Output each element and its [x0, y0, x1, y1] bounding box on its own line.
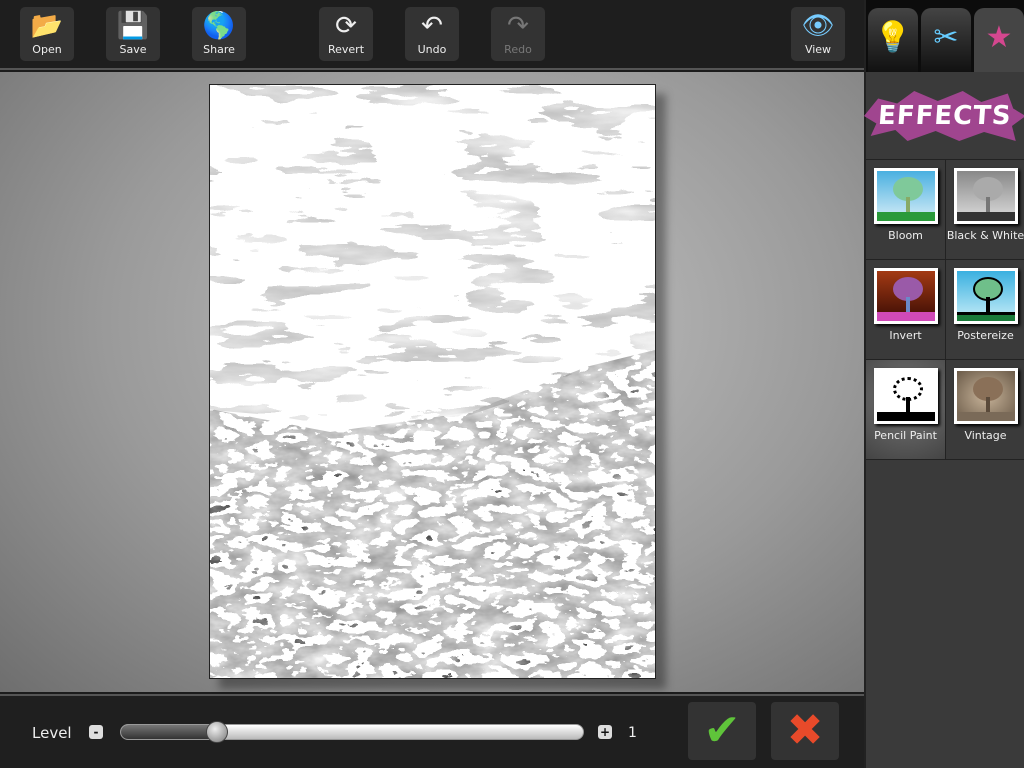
view-label: View	[804, 43, 832, 56]
effect-label: Postereize	[957, 329, 1014, 342]
toolbar: 📂 Open 💾 Save 🌎 Share ⟳ Revert ↶ Undo ↷ Redo 👁…	[0, 0, 864, 70]
vintage-thumbnail	[953, 368, 1018, 424]
pencil-sketch-image	[210, 85, 655, 678]
tab-crop[interactable]: ✂	[921, 8, 971, 72]
effect-label: Black & White	[946, 229, 1024, 242]
cancel-button[interactable]: ✖	[771, 702, 839, 760]
postereize-thumbnail	[953, 268, 1018, 324]
globe-share-icon: 🌎	[202, 11, 236, 41]
effect-label: Invert	[889, 329, 922, 342]
crop-scissors-icon: ✂	[933, 20, 959, 55]
undo-button[interactable]: ↶ Undo	[405, 7, 459, 61]
save-label: Save	[119, 43, 147, 56]
share-label: Share	[203, 43, 235, 56]
tab-adjust[interactable]: 💡	[868, 8, 918, 72]
effect-label: Vintage	[964, 429, 1007, 442]
effects-title: EFFECTS	[862, 91, 1024, 141]
open-folder-icon: 📂	[30, 11, 64, 41]
floppy-disk-icon: 💾	[116, 11, 150, 41]
level-decrease-button[interactable]: -	[89, 725, 103, 739]
share-button[interactable]: 🌎 Share	[192, 7, 246, 61]
effects-grid: Bloom Black & White Invert Postereize Pe…	[866, 160, 1024, 460]
level-increase-button[interactable]: +	[598, 725, 612, 739]
effect-postereize[interactable]: Postereize	[946, 260, 1024, 360]
accept-button[interactable]: ✔	[688, 702, 756, 760]
revert-button[interactable]: ⟳ Revert	[319, 7, 373, 61]
revert-label: Revert	[327, 43, 365, 56]
effect-label: Bloom	[888, 229, 923, 242]
bw-thumbnail	[953, 168, 1018, 224]
redo-button[interactable]: ↷ Redo	[491, 7, 545, 61]
effect-black-white[interactable]: Black & White	[946, 160, 1024, 260]
save-button[interactable]: 💾 Save	[106, 7, 160, 61]
bloom-thumbnail	[873, 168, 938, 224]
checkmark-icon: ✔	[703, 705, 741, 756]
canvas-area	[0, 72, 864, 692]
level-slider[interactable]	[120, 724, 584, 740]
effect-invert[interactable]: Invert	[866, 260, 946, 360]
effect-vintage[interactable]: Vintage	[946, 360, 1024, 460]
eye-icon: 👁	[801, 11, 835, 41]
open-button[interactable]: 📂 Open	[20, 7, 74, 61]
redo-label: Redo	[504, 43, 532, 56]
edited-photo[interactable]	[209, 84, 656, 679]
effect-label: Pencil Paint	[874, 429, 937, 442]
level-value: 1	[628, 725, 637, 741]
effect-pencil-paint[interactable]: Pencil Paint	[866, 360, 946, 460]
sidebar-tabs: 💡 ✂ ★	[866, 0, 1024, 72]
redo-arrow-icon: ↷	[507, 11, 529, 41]
view-button[interactable]: 👁 View	[791, 7, 845, 61]
tab-effects[interactable]: ★	[974, 8, 1024, 72]
open-label: Open	[32, 43, 62, 56]
adjustment-bar: Level - + 1 ✔ ✖	[0, 694, 864, 768]
sidebar: 💡 ✂ ★ EFFECTS Bloom Black & White Invert…	[864, 0, 1024, 768]
pencil-paint-thumbnail	[873, 368, 938, 424]
level-label: Level	[32, 724, 72, 742]
close-x-icon: ✖	[786, 705, 824, 756]
slider-fill	[121, 725, 219, 739]
undo-arrow-icon: ↶	[421, 11, 443, 41]
invert-thumbnail	[873, 268, 938, 324]
bulb-palette-icon: 💡	[874, 20, 912, 55]
undo-label: Undo	[417, 43, 447, 56]
effect-bloom[interactable]: Bloom	[866, 160, 946, 260]
revert-arrows-icon: ⟳	[335, 11, 357, 41]
effects-header: EFFECTS	[866, 72, 1024, 160]
fx-star-icon: ★	[985, 20, 1013, 55]
